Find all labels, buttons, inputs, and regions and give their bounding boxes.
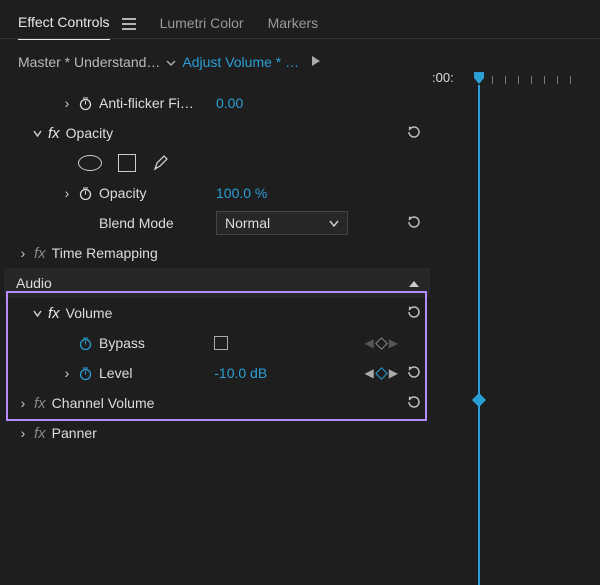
audio-section-header[interactable]: Audio — [4, 268, 430, 298]
keyframe-nav[interactable]: ◀ ▶ — [365, 366, 398, 380]
playhead-icon[interactable] — [473, 71, 485, 85]
panel-tab-bar: Effect Controls Lumetri Color Markers — [0, 0, 600, 40]
level-label: Level — [99, 365, 132, 381]
audio-section-label: Audio — [4, 275, 408, 291]
reset-icon[interactable] — [406, 304, 422, 323]
tab-effect-controls[interactable]: Effect Controls — [18, 10, 110, 40]
tab-markers[interactable]: Markers — [268, 11, 319, 39]
opacity-group-label: Opacity — [66, 125, 113, 141]
antiflicker-label: Anti-flicker Fi… — [99, 95, 194, 111]
ruler-ticks — [477, 74, 592, 88]
add-keyframe-icon[interactable] — [375, 367, 388, 380]
rectangle-mask-icon[interactable] — [118, 154, 136, 172]
blend-mode-label: Blend Mode — [99, 215, 174, 231]
level-value[interactable]: -10.0 dB — [214, 365, 267, 381]
expand-caret[interactable]: › — [62, 365, 72, 381]
stopwatch-icon[interactable] — [78, 96, 93, 111]
antiflicker-value[interactable]: 0.00 — [216, 95, 243, 111]
reset-icon[interactable] — [406, 394, 422, 413]
expand-caret[interactable]: › — [62, 185, 72, 201]
panel-menu-icon[interactable] — [122, 17, 136, 33]
playhead-line — [478, 85, 480, 585]
time-remapping-label: Time Remapping — [52, 245, 158, 261]
chevron-down-icon[interactable] — [166, 54, 176, 70]
sequence-clip-label[interactable]: Adjust Volume * … — [182, 54, 299, 70]
expand-caret[interactable]: › — [18, 395, 28, 411]
stopwatch-icon[interactable] — [78, 366, 93, 381]
keyframe-nav[interactable]: ◀ ▶ — [365, 336, 398, 350]
reset-icon[interactable] — [406, 124, 422, 143]
panner-label: Panner — [52, 425, 97, 441]
ellipse-mask-icon[interactable] — [78, 155, 102, 171]
fx-badge[interactable]: fx — [48, 305, 60, 322]
reset-icon[interactable] — [406, 214, 422, 233]
channel-volume-label: Channel Volume — [52, 395, 155, 411]
add-keyframe-icon[interactable] — [375, 337, 388, 350]
bypass-label: Bypass — [99, 335, 145, 351]
expand-caret[interactable]: › — [18, 245, 28, 261]
mini-timeline[interactable]: :00: — [432, 70, 596, 533]
keyframe-marker[interactable] — [472, 393, 486, 407]
fx-badge[interactable]: fx — [34, 395, 46, 412]
tab-lumetri-color[interactable]: Lumetri Color — [160, 11, 244, 39]
bypass-checkbox[interactable] — [214, 336, 228, 350]
fx-badge[interactable]: fx — [34, 425, 46, 442]
opacity-value[interactable]: 100.0 % — [216, 185, 267, 201]
master-clip-label[interactable]: Master * Understand… — [18, 54, 160, 70]
reset-icon[interactable] — [406, 364, 422, 383]
collapse-caret[interactable] — [32, 310, 42, 317]
pen-mask-icon[interactable] — [152, 154, 170, 172]
collapse-caret[interactable] — [32, 130, 42, 137]
expand-caret[interactable]: › — [18, 425, 28, 441]
scroll-up-icon[interactable] — [408, 275, 430, 291]
opacity-prop-label: Opacity — [99, 185, 146, 201]
effect-list: › Anti-flicker Fi… 0.00 fx Opacity — [4, 88, 430, 448]
stopwatch-icon[interactable] — [78, 186, 93, 201]
timecode-label: :00: — [432, 70, 454, 85]
play-icon[interactable] — [311, 54, 321, 70]
volume-label: Volume — [66, 305, 113, 321]
stopwatch-icon[interactable] — [78, 336, 93, 351]
fx-badge[interactable]: fx — [48, 125, 60, 142]
expand-caret[interactable]: › — [62, 95, 72, 111]
fx-badge[interactable]: fx — [34, 245, 46, 262]
blend-mode-select[interactable]: Normal — [216, 211, 348, 235]
